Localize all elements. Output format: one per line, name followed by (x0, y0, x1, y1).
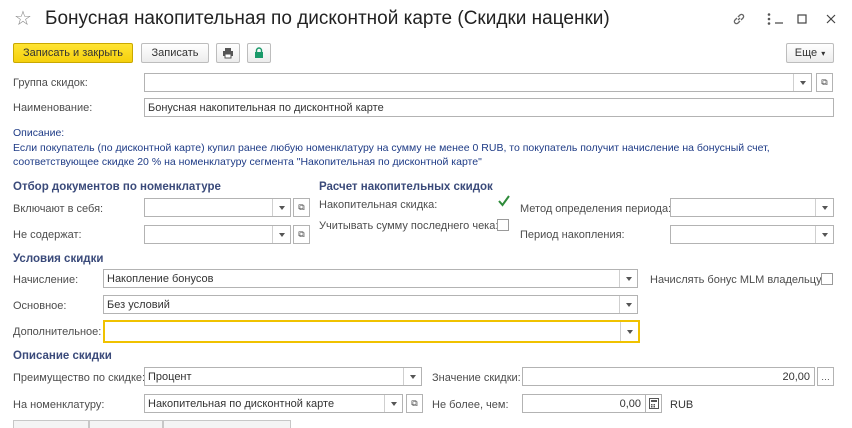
exclude-label: Не содержат: (13, 229, 82, 241)
name-input[interactable]: Бонусная накопительная по дисконтной кар… (144, 98, 834, 117)
extra-condition-select[interactable] (103, 320, 640, 343)
group-dropdown-icon[interactable] (793, 74, 811, 91)
lock-icon (255, 47, 263, 58)
lock-button[interactable] (247, 43, 271, 63)
max-input[interactable]: 0,00 (522, 394, 646, 413)
printer-icon (223, 48, 233, 59)
discount-value-input[interactable]: 20,00 (522, 367, 815, 386)
period-dropdown-icon[interactable] (815, 226, 833, 243)
favorite-star-icon[interactable]: ☆ (14, 8, 32, 30)
save-button[interactable]: Записать (141, 43, 209, 63)
group-label: Группа скидок: (13, 77, 88, 89)
conditions-section-title: Условия скидки (13, 253, 104, 265)
open-icon: ⧉ (298, 202, 305, 212)
discount-value-label: Значение скидки: (432, 372, 521, 384)
window-title: Бонусная накопительная по дисконтной кар… (45, 8, 610, 29)
calculator-button[interactable] (645, 394, 662, 413)
description-line-1: Если покупатель (по дисконтной карте) ку… (13, 142, 770, 154)
filter-section-title: Отбор документов по номенклатуре (13, 181, 221, 193)
period-method-select[interactable] (670, 198, 834, 217)
period-method-dropdown-icon[interactable] (815, 199, 833, 216)
tab-1[interactable] (13, 420, 89, 428)
accrual-dropdown-icon[interactable] (619, 270, 637, 287)
open-icon: ⧉ (411, 398, 418, 408)
nomenclature-dropdown-icon[interactable] (384, 395, 402, 412)
period-select[interactable] (670, 225, 834, 244)
period-method-label: Метод определения периода: (520, 203, 672, 215)
tab-3[interactable] (163, 420, 291, 428)
discount-section-title: Описание скидки (13, 350, 112, 362)
calc-section-title: Расчет накопительных скидок (319, 181, 493, 193)
accrual-select[interactable]: Накопление бонусов (103, 269, 638, 288)
name-value: Бонусная накопительная по дисконтной кар… (148, 101, 384, 114)
nomenclature-select[interactable]: Накопительная по дисконтной карте (144, 394, 403, 413)
save-and-close-button[interactable]: Записать и закрыть (13, 43, 133, 63)
exclude-dropdown-icon[interactable] (272, 226, 290, 243)
period-label: Период накопления: (520, 229, 625, 241)
name-label: Наименование: (13, 102, 93, 114)
last-check-checkbox[interactable] (497, 219, 509, 231)
cumulative-label: Накопительная скидка: (319, 199, 438, 211)
currency-label: RUB (670, 399, 694, 411)
cumulative-checkbox[interactable] (497, 194, 511, 211)
checkmark-icon (498, 195, 510, 207)
maximize-icon[interactable] (791, 8, 813, 30)
close-icon[interactable] (820, 8, 842, 30)
extra-condition-dropdown-icon[interactable] (620, 322, 638, 341)
calculator-icon (648, 398, 659, 409)
exclude-input[interactable] (144, 225, 291, 244)
main-condition-label: Основное: (13, 300, 67, 312)
nomenclature-value: Накопительная по дисконтной карте (148, 397, 335, 410)
chevron-down-icon: ▾ (821, 48, 826, 58)
exclude-open-button[interactable]: ⧉ (293, 225, 310, 244)
description-label: Описание: (13, 127, 65, 139)
include-open-button[interactable]: ⧉ (293, 198, 310, 217)
advantage-dropdown-icon[interactable] (403, 368, 421, 385)
link-icon[interactable] (728, 8, 750, 30)
advantage-value: Процент (148, 370, 192, 383)
discount-value-select-button[interactable]: … (817, 367, 834, 386)
max-value: 0,00 (619, 397, 641, 410)
print-button[interactable] (216, 43, 240, 63)
ellipsis-icon: … (821, 371, 830, 382)
group-input[interactable] (144, 73, 812, 92)
tab-2[interactable] (89, 420, 163, 428)
description-line-2: соответствующее скидке 20 % на номенклат… (13, 156, 482, 168)
include-dropdown-icon[interactable] (272, 199, 290, 216)
main-condition-value: Без условий (107, 298, 170, 311)
more-actions-button[interactable]: Еще ▾ (786, 43, 834, 63)
discount-value: 20,00 (782, 370, 810, 383)
advantage-label: Преимущество по скидке: (13, 372, 146, 384)
last-check-label: Учитывать сумму последнего чека: (319, 220, 499, 232)
include-input[interactable] (144, 198, 291, 217)
max-label: Не более, чем: (432, 399, 509, 411)
extra-condition-label: Дополнительное: (13, 326, 102, 338)
main-condition-select[interactable]: Без условий (103, 295, 638, 314)
advantage-select[interactable]: Процент (144, 367, 422, 386)
accrual-label: Начисление: (13, 274, 79, 286)
nomenclature-label: На номенклатуру: (13, 399, 105, 411)
open-icon: ⧉ (298, 229, 305, 239)
include-label: Включают в себя: (13, 203, 104, 215)
open-icon: ⧉ (821, 77, 828, 87)
accrual-value: Накопление бонусов (107, 272, 214, 285)
main-condition-dropdown-icon[interactable] (619, 296, 637, 313)
group-open-button[interactable]: ⧉ (816, 73, 833, 92)
mlm-label: Начислять бонус MLM владельцу: (650, 274, 825, 286)
nomenclature-open-button[interactable]: ⧉ (406, 394, 423, 413)
more-actions-label: Еще (794, 47, 818, 59)
minimize-icon[interactable] (768, 8, 790, 30)
mlm-checkbox[interactable] (821, 273, 833, 285)
